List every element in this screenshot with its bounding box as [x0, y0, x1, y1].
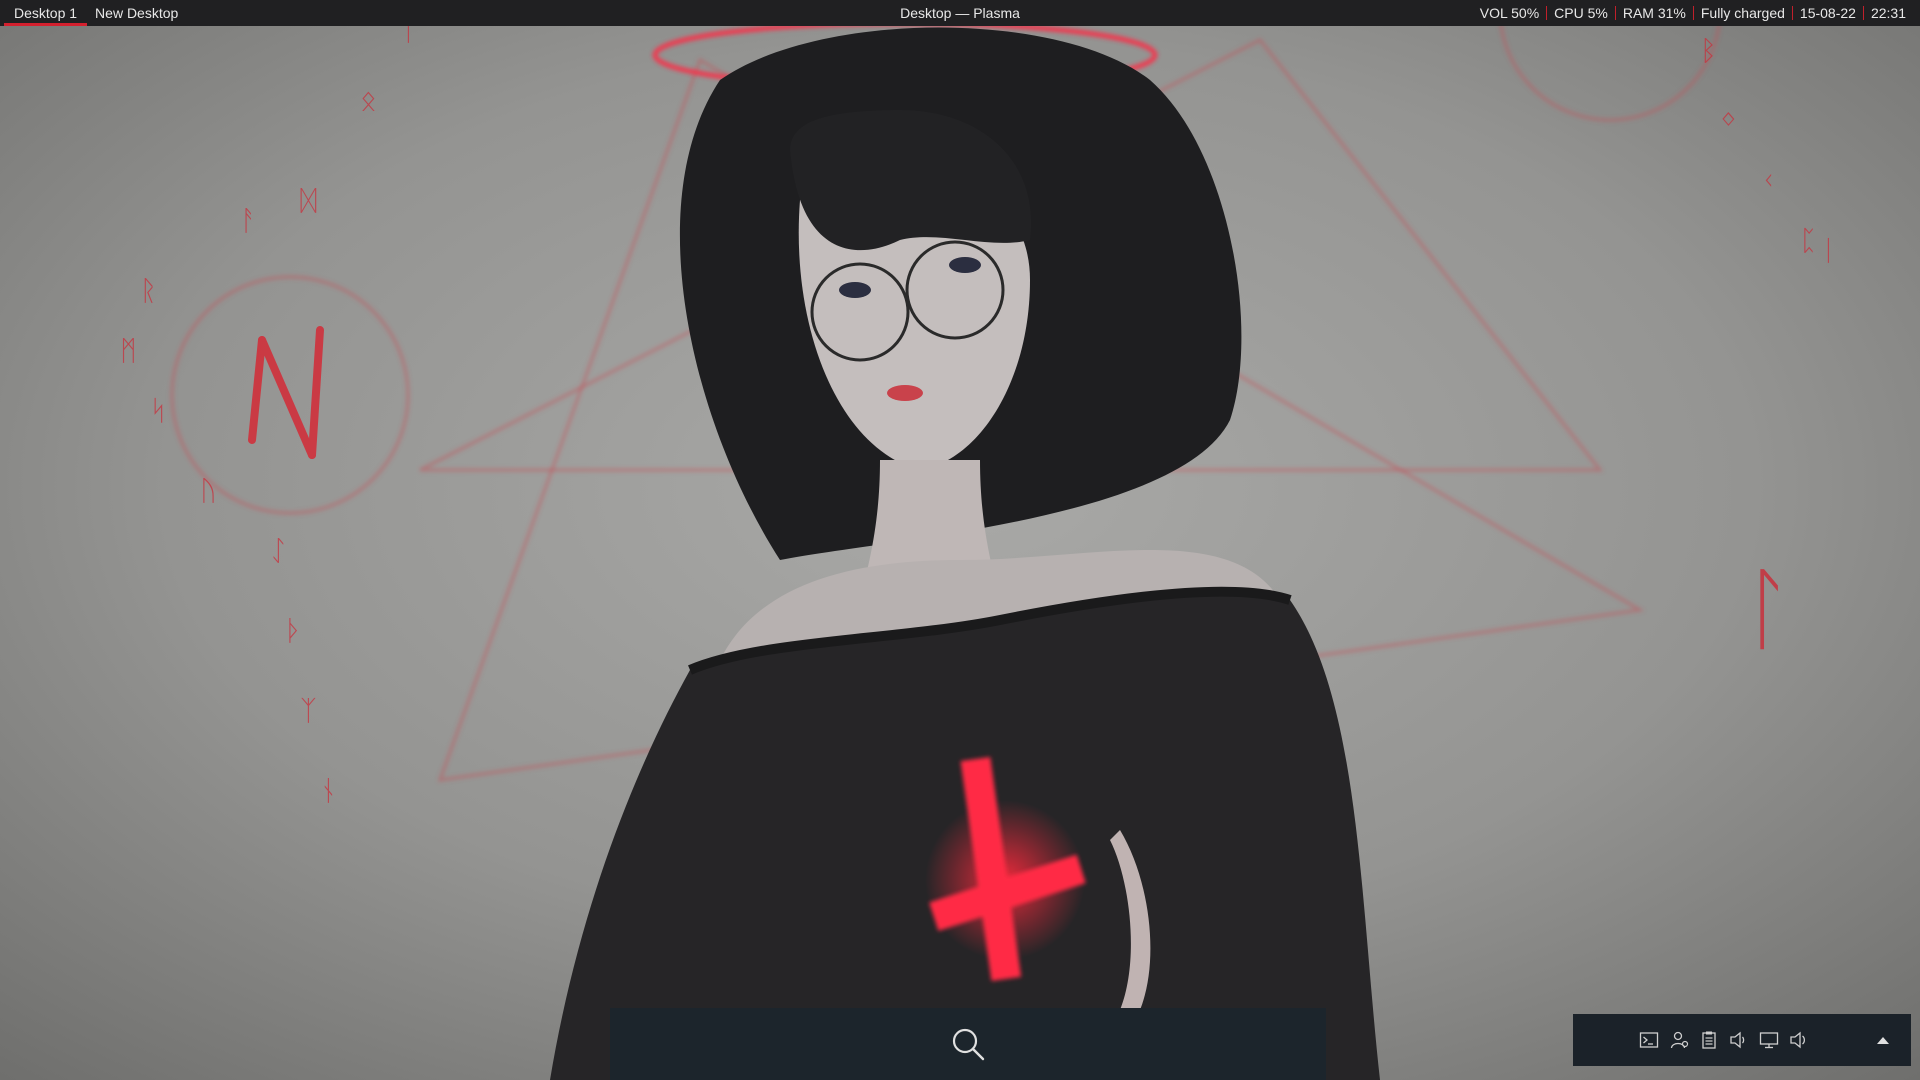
system-tray — [1573, 1014, 1911, 1066]
desktop[interactable]: ᚱᛗᛋ ᚢᛇᚦ ᛉᚾᛟ ᛏᚨᛞ ᛜᚲᛈ ᛁᛒ ᛚ Desktop 1 New D… — [0, 0, 1920, 1080]
svg-text:ᛚ: ᛚ — [1740, 557, 1794, 662]
user-switch-icon[interactable] — [1669, 1030, 1689, 1050]
status-area: VOL 50% CPU 5% RAM 31% Fully charged 15-… — [1473, 0, 1908, 26]
svg-text:ᛋ: ᛋ — [150, 394, 167, 427]
window-title: Desktop — Plasma — [900, 5, 1020, 21]
clipboard-icon[interactable] — [1699, 1030, 1719, 1050]
tray-icons — [1639, 1014, 1809, 1066]
svg-text:ᚾ: ᚾ — [320, 774, 337, 807]
top-panel: Desktop 1 New Desktop Desktop — Plasma V… — [0, 0, 1920, 26]
launcher-button[interactable] — [610, 1008, 1326, 1080]
cpu-status: CPU 5% — [1546, 6, 1615, 20]
display-icon[interactable] — [1759, 1030, 1779, 1050]
search-icon — [952, 1028, 985, 1061]
chevron-up-icon[interactable] — [1873, 1030, 1893, 1050]
svg-text:ᚨ: ᚨ — [240, 204, 257, 237]
volume-icon[interactable] — [1729, 1030, 1749, 1050]
svg-text:ᛇ: ᛇ — [270, 534, 287, 567]
svg-text:ᛒ: ᛒ — [1700, 34, 1717, 67]
desktop-tab-new[interactable]: New Desktop — [89, 0, 184, 26]
svg-text:ᛉ: ᛉ — [300, 694, 317, 727]
clock[interactable]: 22:31 — [1862, 6, 1908, 20]
svg-text:ᚢ: ᚢ — [200, 474, 217, 507]
ram-status: RAM 31% — [1614, 6, 1693, 20]
svg-text:ᚦ: ᚦ — [285, 614, 302, 647]
speaker-icon[interactable] — [1789, 1030, 1809, 1050]
svg-text:ᛗ: ᛗ — [120, 334, 137, 367]
terminal-icon[interactable] — [1639, 1030, 1659, 1050]
svg-text:ᛞ: ᛞ — [300, 184, 317, 217]
virtual-desktop-pager: Desktop 1 New Desktop — [3, 0, 184, 26]
svg-text:ᚱ: ᚱ — [140, 274, 157, 307]
battery-status[interactable]: Fully charged — [1692, 6, 1792, 20]
desktop-tab-1[interactable]: Desktop 1 — [3, 0, 88, 26]
svg-text:ᛜ: ᛜ — [1720, 104, 1737, 137]
svg-text:ᛈ: ᛈ — [1800, 224, 1817, 257]
date-status[interactable]: 15-08-22 — [1791, 6, 1863, 20]
svg-text:ᛁ: ᛁ — [1820, 234, 1837, 267]
volume-status[interactable]: VOL 50% — [1473, 6, 1546, 20]
wallpaper-image: ᚱᛗᛋ ᚢᛇᚦ ᛉᚾᛟ ᛏᚨᛞ ᛜᚲᛈ ᛁᛒ ᛚ — [0, 0, 1920, 1080]
svg-text:ᛟ: ᛟ — [360, 84, 377, 117]
svg-text:ᚲ: ᚲ — [1760, 164, 1777, 197]
